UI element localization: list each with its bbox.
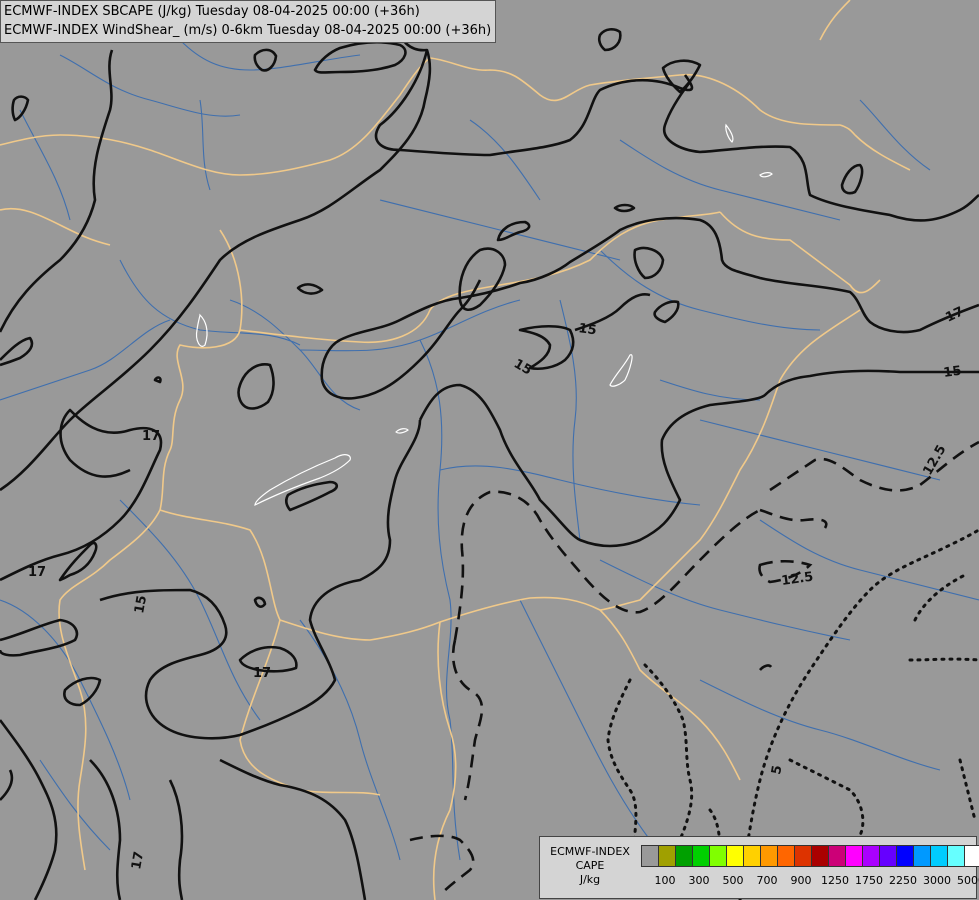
legend-swatch bbox=[658, 845, 676, 867]
contour-label: 15 bbox=[942, 364, 962, 381]
legend-swatch bbox=[777, 845, 795, 867]
map-canvas: 15 15 17 15 17 17 15 17 12.5 12.5 5 10 1… bbox=[0, 0, 979, 900]
legend-tick-label: 100 bbox=[654, 874, 676, 887]
contour-label: 17 bbox=[129, 850, 147, 870]
legend-swatch bbox=[675, 845, 693, 867]
legend-swatch bbox=[726, 845, 744, 867]
legend-tick-label: 5000 bbox=[957, 874, 979, 887]
legend-swatch bbox=[930, 845, 948, 867]
legend-tick-label: 1750 bbox=[855, 874, 883, 887]
legend-tick-label: 3000 bbox=[923, 874, 951, 887]
legend-swatch bbox=[845, 845, 863, 867]
contour-label: 15 bbox=[577, 321, 597, 338]
title-sbcape: ECMWF-INDEX SBCAPE (J/kg) Tuesday 08-04-… bbox=[4, 4, 420, 19]
legend-variable: CAPE bbox=[575, 859, 605, 872]
legend-swatch bbox=[692, 845, 710, 867]
contour-label: 17 bbox=[28, 565, 46, 580]
legend-swatch bbox=[709, 845, 727, 867]
map-title-box: ECMWF-INDEX SBCAPE (J/kg) Tuesday 08-04-… bbox=[0, 0, 497, 43]
legend-caption: ECMWF-INDEX CAPE J/kg bbox=[542, 845, 638, 887]
legend-tick-label: 2250 bbox=[889, 874, 917, 887]
legend-tick-label: 700 bbox=[756, 874, 778, 887]
legend-swatch bbox=[811, 845, 829, 867]
legend-swatch bbox=[862, 845, 880, 867]
legend-swatch bbox=[896, 845, 914, 867]
legend-tick-label: 900 bbox=[790, 874, 812, 887]
legend-swatch bbox=[947, 845, 965, 867]
legend-swatch bbox=[879, 845, 897, 867]
legend-swatch bbox=[760, 845, 778, 867]
legend-tick-label: 500 bbox=[722, 874, 744, 887]
legend-swatch bbox=[794, 845, 812, 867]
legend-swatch bbox=[641, 845, 659, 867]
legend-swatch bbox=[828, 845, 846, 867]
legend-title: ECMWF-INDEX bbox=[550, 845, 630, 858]
legend-tick-label: 300 bbox=[688, 874, 710, 887]
cape-legend: ECMWF-INDEX CAPE J/kg 100 300 500 700 900 125… bbox=[539, 836, 979, 899]
legend-swatches bbox=[641, 845, 979, 867]
legend-swatch bbox=[913, 845, 931, 867]
legend-unit: J/kg bbox=[579, 873, 601, 886]
legend-swatch bbox=[964, 845, 979, 867]
contour-label: 15 bbox=[132, 594, 150, 614]
legend-swatch bbox=[743, 845, 761, 867]
contour-label: 17 bbox=[142, 429, 160, 444]
title-windshear: ECMWF-INDEX WindShear_ (m/s) 0-6km Tuesd… bbox=[4, 23, 492, 38]
contour-label: 17 bbox=[253, 666, 271, 681]
legend-tick-label: 1250 bbox=[821, 874, 849, 887]
